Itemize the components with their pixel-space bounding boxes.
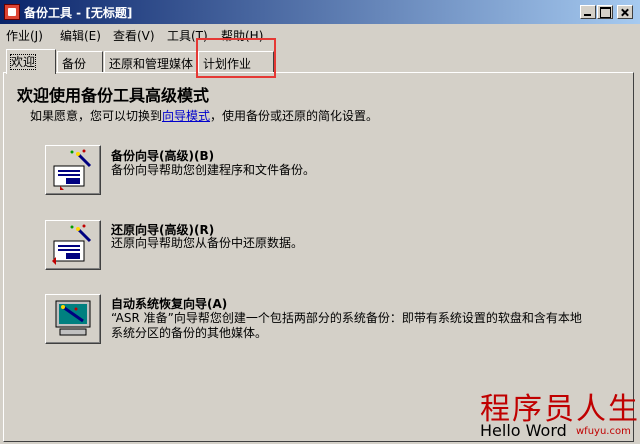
restore-wizard-button[interactable] xyxy=(45,220,101,270)
asr-wizard-button[interactable] xyxy=(45,294,101,344)
asr-wizard-description: “ASR 准备”向导帮您创建一个包括两部分的系统备份：即带有系统设置的软盘和含有… xyxy=(111,311,582,340)
highlight-box xyxy=(196,38,276,78)
menu-edit[interactable]: 编辑(E) xyxy=(60,27,101,44)
restore-wizard-description: 还原向导帮助您从备份中还原数据。 xyxy=(111,236,304,250)
backup-app-icon[interactable] xyxy=(4,4,20,20)
minimize-button[interactable] xyxy=(580,5,596,19)
menu-view[interactable]: 查看(V) xyxy=(113,27,155,44)
tab-restore-manage-media[interactable]: 还原和管理媒体 xyxy=(104,51,197,72)
close-button[interactable] xyxy=(617,5,633,19)
tab-welcome[interactable]: 欢迎 xyxy=(6,49,56,74)
window-title: 备份工具 - [无标题] xyxy=(24,6,133,20)
welcome-heading: 欢迎使用备份工具高级模式 xyxy=(17,86,210,105)
backup-wizard-description: 备份向导帮助您创建程序和文件备份。 xyxy=(111,163,316,177)
maximize-button[interactable] xyxy=(597,5,613,19)
title-bar: 备份工具 - [无标题] xyxy=(0,0,640,24)
restore-wizard-icon xyxy=(52,224,92,265)
asr-wizard-icon xyxy=(55,300,91,336)
backup-wizard-icon xyxy=(53,149,92,190)
backup-wizard-title: 备份向导(高级)(B) xyxy=(111,149,215,163)
watermark-english: Hello Word xyxy=(480,421,567,440)
menu-job[interactable]: 作业(J) xyxy=(6,27,43,44)
tab-backup[interactable]: 备份 xyxy=(57,51,103,72)
asr-wizard-title: 自动系统恢复向导(A) xyxy=(111,297,228,311)
wizard-mode-link[interactable]: 向导模式 xyxy=(162,109,210,123)
welcome-intro: 如果愿意，您可以切换到向导模式，使用备份或还原的简化设置。 xyxy=(30,109,379,123)
watermark-url: wfuyu.com xyxy=(576,426,631,437)
backup-wizard-button[interactable] xyxy=(45,145,101,195)
menu-bar: 作业(J) 编辑(E) 查看(V) 工具(T) 帮助(H) xyxy=(0,25,640,45)
